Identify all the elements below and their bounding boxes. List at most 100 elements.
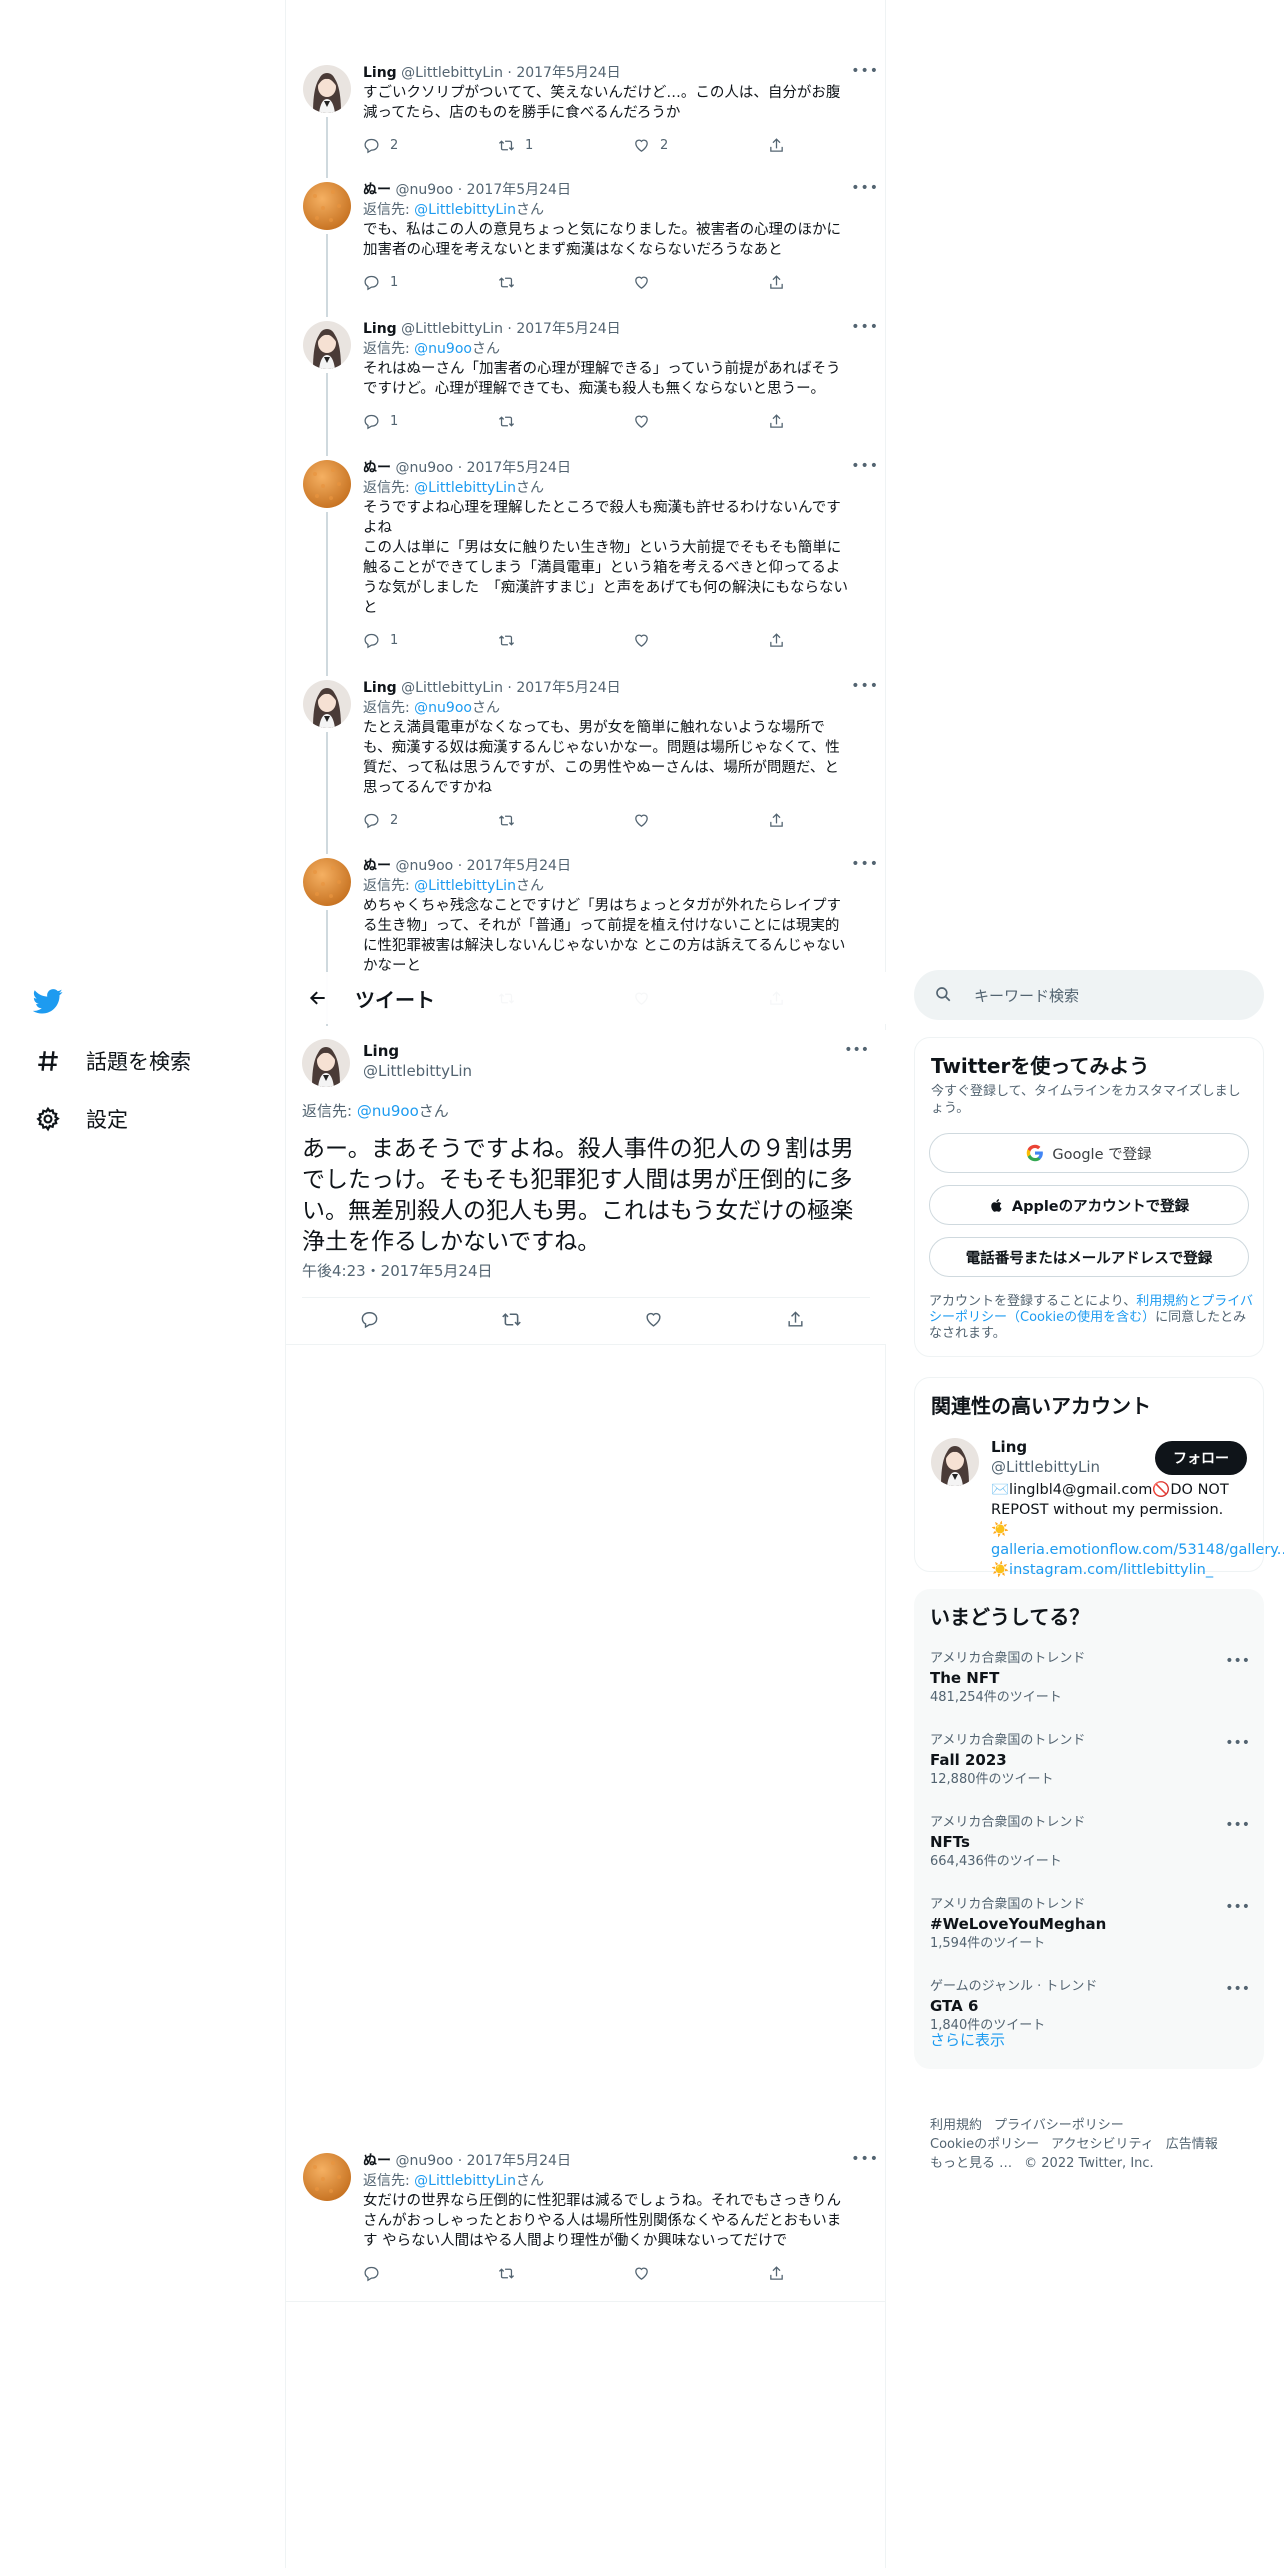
avatar[interactable] xyxy=(303,182,351,230)
retweet-button[interactable] xyxy=(498,2265,525,2282)
reply-to-link[interactable]: @nu9oo xyxy=(414,341,472,357)
retweet-button[interactable] xyxy=(498,632,525,649)
more-icon[interactable]: ••• xyxy=(851,678,879,694)
tweet-date[interactable]: 2017年5月24日 xyxy=(516,65,620,81)
author-handle[interactable]: @LittlebittyLin xyxy=(401,321,503,337)
author-handle[interactable]: @LittlebittyLin xyxy=(401,65,503,81)
author-handle[interactable]: @nu9oo xyxy=(395,2153,453,2169)
retweet-icon[interactable] xyxy=(499,1307,523,1331)
bio-link-gallery[interactable]: galleria.emotionflow.com/53148/gallery.… xyxy=(991,1542,1284,1558)
like-button[interactable] xyxy=(633,274,660,291)
trend-item[interactable]: アメリカ合衆国のトレンド NFTs 664,436件のツイート ••• xyxy=(930,1815,1250,1871)
trend-item[interactable]: ゲームのジャンル · トレンド GTA 6 1,840件のツイート ••• xyxy=(930,1979,1250,2035)
reply-button[interactable]: 2 xyxy=(363,812,398,829)
footer-privacy[interactable]: プライバシーポリシー xyxy=(994,2118,1124,2133)
bio-link-instagram[interactable]: ☀️instagram.com/littlebittylin_ xyxy=(991,1562,1213,1578)
like-button[interactable] xyxy=(633,413,660,430)
avatar[interactable] xyxy=(303,680,351,728)
share-button[interactable] xyxy=(768,137,795,154)
reply-icon[interactable] xyxy=(357,1307,381,1331)
share-button[interactable] xyxy=(768,632,795,649)
tweet-date[interactable]: 2017年5月24日 xyxy=(467,182,571,198)
twitter-home-link[interactable] xyxy=(0,970,250,1032)
reply-button[interactable]: 2 xyxy=(363,137,398,154)
author-name[interactable]: ぬー xyxy=(363,460,391,476)
more-icon[interactable]: ••• xyxy=(851,319,879,335)
tweet-date[interactable]: 2017年5月24日 xyxy=(467,460,571,476)
share-button[interactable] xyxy=(768,413,795,430)
more-icon[interactable]: ••• xyxy=(1225,1653,1250,1669)
tweet-date[interactable]: 2017年5月24日 xyxy=(467,858,571,874)
reply-to-link[interactable]: @nu9oo xyxy=(357,1102,419,1120)
author-name[interactable]: Ling xyxy=(363,1042,399,1060)
show-more-link[interactable]: さらに表示 xyxy=(930,2029,1005,2050)
author-handle[interactable]: @nu9oo xyxy=(395,182,453,198)
more-icon[interactable]: ••• xyxy=(844,1042,869,1058)
author-handle[interactable]: @LittlebittyLin xyxy=(401,680,503,696)
reply-to-link[interactable]: @LittlebittyLin xyxy=(414,202,516,218)
more-icon[interactable]: ••• xyxy=(851,458,879,474)
reply-to-link[interactable]: @nu9oo xyxy=(414,700,472,716)
reply-to-link[interactable]: @LittlebittyLin xyxy=(414,2173,516,2189)
reply-to-link[interactable]: @LittlebittyLin xyxy=(414,878,516,894)
like-button[interactable] xyxy=(633,632,660,649)
more-icon[interactable]: ••• xyxy=(1225,1981,1250,1997)
related-name[interactable]: Ling xyxy=(991,1438,1027,1456)
like-button[interactable]: 2 xyxy=(633,137,668,154)
retweet-button[interactable] xyxy=(498,812,525,829)
share-button[interactable] xyxy=(768,812,795,829)
tweet-date[interactable]: 2017年5月24日 xyxy=(467,2153,571,2169)
share-button[interactable] xyxy=(768,274,795,291)
retweet-button[interactable]: 1 xyxy=(498,137,533,154)
more-icon[interactable]: ••• xyxy=(851,856,879,872)
search-input[interactable]: キーワード検索 xyxy=(914,970,1264,1020)
back-arrow-icon[interactable] xyxy=(301,981,335,1015)
reply-to-link[interactable]: @LittlebittyLin xyxy=(414,480,516,496)
trend-item[interactable]: アメリカ合衆国のトレンド #WeLoveYouMeghan 1,594件のツイート •… xyxy=(930,1897,1250,1953)
author-handle[interactable]: @nu9oo xyxy=(395,858,453,874)
reply-button[interactable] xyxy=(363,2265,390,2282)
trend-item[interactable]: アメリカ合衆国のトレンド The NFT 481,254件のツイート ••• xyxy=(930,1651,1250,1707)
tweet-date[interactable]: 2017年5月24日 xyxy=(516,680,620,696)
retweet-button[interactable] xyxy=(498,274,525,291)
more-icon[interactable]: ••• xyxy=(851,2151,879,2167)
footer-ads[interactable]: 広告情報 xyxy=(1166,2137,1218,2152)
avatar[interactable] xyxy=(302,1039,350,1087)
footer-accessibility[interactable]: アクセシビリティ xyxy=(1051,2137,1154,2152)
reply-button[interactable]: 1 xyxy=(363,632,398,649)
author-name[interactable]: ぬー xyxy=(363,2153,391,2169)
avatar[interactable] xyxy=(303,321,351,369)
author-name[interactable]: ぬー xyxy=(363,858,391,874)
author-name[interactable]: ぬー xyxy=(363,182,391,198)
author-handle[interactable]: @LittlebittyLin xyxy=(363,1062,472,1080)
avatar[interactable] xyxy=(303,858,351,906)
avatar[interactable] xyxy=(931,1438,979,1486)
share-button[interactable] xyxy=(768,2265,795,2282)
reply-button[interactable]: 1 xyxy=(363,413,398,430)
tweet-date[interactable]: 2017年5月24日 xyxy=(516,321,620,337)
nav-explore[interactable]: 話題を検索 xyxy=(0,1032,250,1090)
google-signup-button[interactable]: Google で登録 xyxy=(929,1133,1249,1173)
more-icon[interactable]: ••• xyxy=(1225,1899,1250,1915)
author-name[interactable]: Ling xyxy=(363,680,397,696)
footer-terms[interactable]: 利用規約 xyxy=(930,2118,982,2133)
retweet-button[interactable] xyxy=(498,413,525,430)
nav-settings[interactable]: 設定 xyxy=(0,1090,250,1148)
follow-button[interactable]: フォロー xyxy=(1155,1441,1247,1475)
phone-email-signup-button[interactable]: 電話番号またはメールアドレスで登録 xyxy=(929,1237,1249,1277)
like-button[interactable] xyxy=(633,812,660,829)
share-icon[interactable] xyxy=(783,1307,807,1331)
more-icon[interactable]: ••• xyxy=(1225,1817,1250,1833)
reply-button[interactable]: 1 xyxy=(363,274,398,291)
more-icon[interactable]: ••• xyxy=(851,180,879,196)
more-icon[interactable]: ••• xyxy=(1225,1735,1250,1751)
author-name[interactable]: Ling xyxy=(363,65,397,81)
footer-cookie[interactable]: Cookieのポリシー xyxy=(930,2137,1039,2152)
more-icon[interactable]: ••• xyxy=(851,63,879,79)
author-handle[interactable]: @nu9oo xyxy=(395,460,453,476)
related-handle[interactable]: @LittlebittyLin xyxy=(991,1458,1100,1476)
author-name[interactable]: Ling xyxy=(363,321,397,337)
like-button[interactable] xyxy=(633,2265,660,2282)
avatar[interactable] xyxy=(303,460,351,508)
apple-signup-button[interactable]: Appleのアカウントで登録 xyxy=(929,1185,1249,1225)
